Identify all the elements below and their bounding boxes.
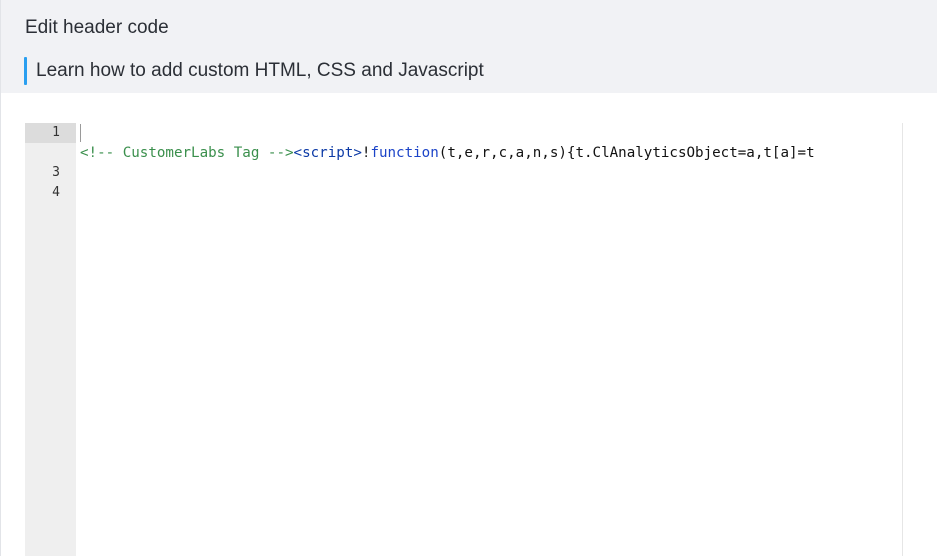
panel-header: Edit header code Learn how to add custom… bbox=[1, 0, 937, 93]
code-keyword-token: function bbox=[370, 145, 439, 161]
line-number: 1 bbox=[52, 125, 60, 140]
code-text-area[interactable]: <!-- CustomerLabs Tag --><script>!functi… bbox=[76, 123, 903, 556]
help-link-accent-bar bbox=[24, 57, 27, 85]
code-plain-token: (t,e,r,c,a,n,s){t.ClAnalyticsObject=a,t[… bbox=[438, 145, 815, 161]
line-number: 3 bbox=[52, 165, 60, 180]
help-link-label: Learn how to add custom HTML, CSS and Ja… bbox=[36, 60, 484, 81]
code-line-2: <!-- CustomerLabs Tag --><script>!functi… bbox=[80, 143, 815, 163]
line-number: 4 bbox=[52, 185, 60, 200]
code-tag-token: <script> bbox=[293, 145, 362, 161]
code-editor[interactable]: 1 3 4 <!-- CustomerLabs Tag --><script>!… bbox=[25, 123, 903, 556]
panel-title: Edit header code bbox=[25, 17, 169, 38]
print-margin-line bbox=[902, 123, 903, 556]
edit-header-code-panel: Edit header code Learn how to add custom… bbox=[0, 0, 937, 556]
help-link[interactable]: Learn how to add custom HTML, CSS and Ja… bbox=[24, 57, 484, 85]
code-comment-token: <!-- CustomerLabs Tag --> bbox=[80, 145, 294, 161]
line-number-gutter: 1 3 4 bbox=[25, 123, 76, 556]
line-number bbox=[25, 143, 60, 163]
text-cursor bbox=[80, 124, 81, 142]
